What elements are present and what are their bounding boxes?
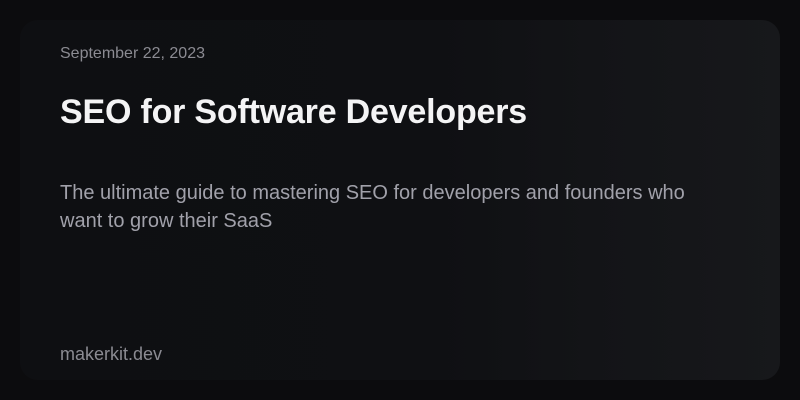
- article-card: September 22, 2023 SEO for Software Deve…: [20, 20, 780, 380]
- site-domain: makerkit.dev: [60, 344, 163, 364]
- article-title: SEO for Software Developers: [60, 93, 527, 131]
- og-image-page: September 22, 2023 SEO for Software Deve…: [0, 0, 800, 400]
- article-subtitle: The ultimate guide to mastering SEO for …: [60, 182, 685, 232]
- publish-date: September 22, 2023: [60, 45, 205, 62]
